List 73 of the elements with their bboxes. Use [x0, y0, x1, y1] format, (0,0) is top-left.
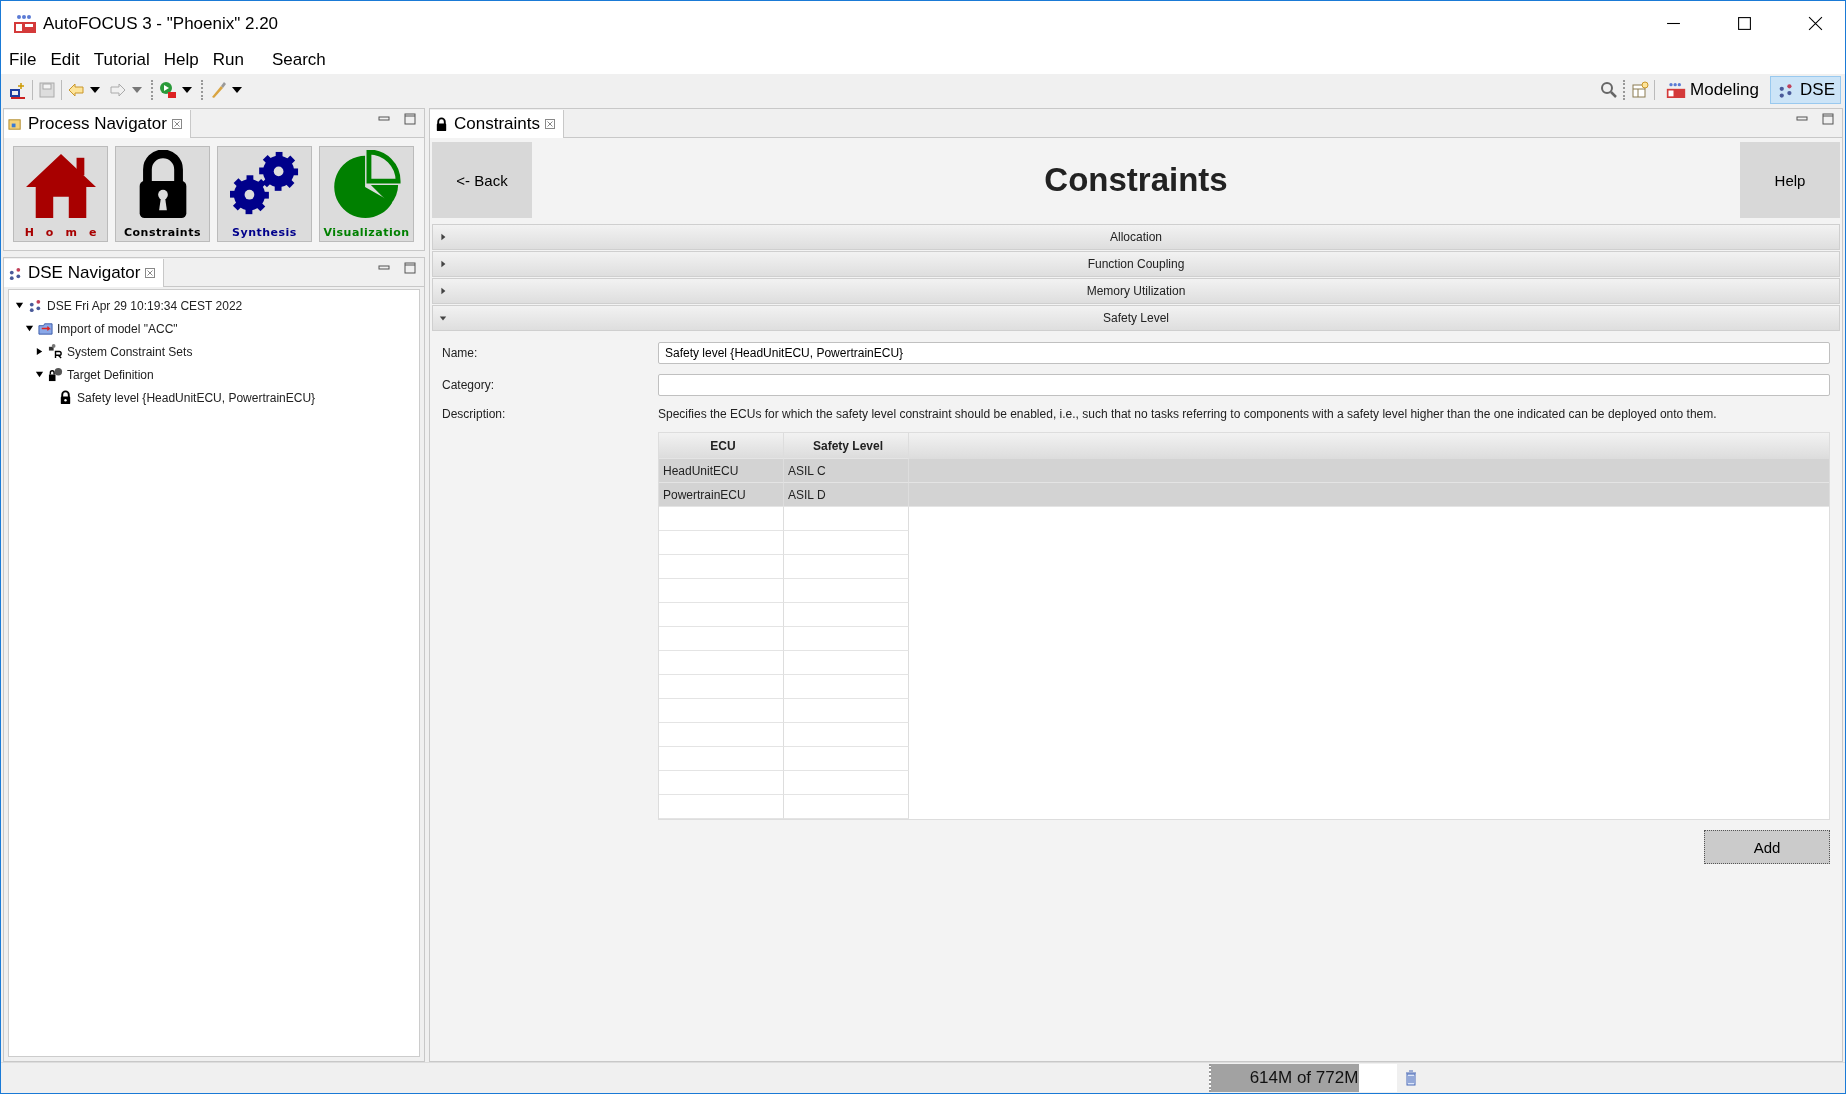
caret-icon[interactable] [232, 87, 242, 93]
editor-tab[interactable]: Constraints [430, 110, 564, 138]
search-icon[interactable] [1600, 81, 1619, 99]
menu-item[interactable]: Edit [50, 50, 80, 70]
caret-icon[interactable] [182, 87, 192, 93]
field-label: Description: [442, 407, 507, 421]
folder-icon [8, 116, 23, 132]
name-field[interactable]: Safety level {HeadUnitECU, PowertrainECU} [658, 342, 1830, 364]
new-model-icon[interactable] [9, 81, 27, 99]
process-step-button[interactable]: Constraints [115, 146, 210, 242]
dots-icon [28, 298, 43, 313]
run-icon[interactable] [159, 81, 177, 99]
forward-arrow-icon[interactable] [109, 81, 127, 99]
tree-item[interactable]: DSE Fri Apr 29 10:19:34 CEST 2022 [47, 298, 243, 313]
menu-item[interactable]: File [9, 50, 37, 70]
app-logo-icon [1666, 81, 1687, 99]
trash-icon[interactable] [1405, 1070, 1417, 1086]
tree-item[interactable]: Import of model "ACC" [57, 321, 178, 336]
expand-toggle-icon[interactable] [35, 347, 44, 356]
triangle-icon [439, 314, 447, 322]
table-cell: PowertrainECU [659, 483, 784, 507]
memory-text: 614M of 772M [1249, 1068, 1359, 1088]
page-title: Constraints [1043, 161, 1229, 199]
folder-icon [38, 321, 53, 336]
column-header[interactable]: Safety Level [784, 433, 909, 459]
tree-item[interactable]: Safety level {HeadUnitECU, PowertrainECU} [77, 390, 316, 405]
view-tab[interactable]: DSE Navigator [4, 259, 165, 287]
add-button[interactable]: Add [1704, 830, 1830, 864]
menu-item[interactable]: Run [212, 50, 244, 70]
menu-item[interactable]: Search [271, 50, 326, 70]
table-cell: HeadUnitECU [659, 459, 784, 483]
column-header[interactable]: ECU [659, 433, 784, 459]
app-logo-icon [13, 13, 37, 34]
menu-item[interactable]: Tutorial [93, 50, 150, 70]
tree-item[interactable]: Target Definition [67, 367, 154, 382]
process-step-button[interactable]: Visualization [319, 146, 414, 242]
lock-icon [58, 390, 73, 405]
back-arrow-icon[interactable] [67, 81, 85, 99]
process-step-button[interactable]: Synthesis [217, 146, 312, 242]
view-tab[interactable]: Process Navigator [4, 110, 191, 138]
expand-toggle-icon[interactable] [15, 301, 24, 310]
window-title: AutoFOCUS 3 - "Phoenix" 2.20 [43, 13, 279, 34]
process-step-button[interactable]: Home [13, 146, 108, 242]
close-icon[interactable] [1808, 16, 1823, 31]
table-cell: ASIL C [784, 459, 909, 483]
category-field[interactable] [658, 374, 1830, 396]
triangle-icon [439, 260, 447, 268]
open-perspective-icon[interactable] [1631, 81, 1650, 99]
brush-icon[interactable] [209, 81, 227, 99]
section-header[interactable]: Allocation [432, 224, 1840, 250]
menu-item[interactable]: Help [163, 50, 199, 70]
section-header[interactable]: Safety Level [432, 305, 1840, 331]
section-header[interactable]: Memory Utilization [432, 278, 1840, 304]
section-header[interactable]: Function Coupling [432, 251, 1840, 277]
perspective-button[interactable]: DSE [1770, 76, 1841, 104]
maximize-icon[interactable] [1737, 16, 1752, 31]
expand-toggle-icon[interactable] [25, 324, 34, 333]
caret-icon[interactable] [90, 87, 100, 93]
lock-icon [434, 116, 449, 132]
table-cell: ASIL D [784, 483, 909, 507]
back-button[interactable]: <- Back [432, 142, 532, 218]
tree-item[interactable]: System Constraint Sets [67, 344, 193, 359]
help-button[interactable]: Help [1740, 142, 1840, 218]
description-text: Specifies the ECUs for which the safety level constraint should be enabled, i.e., such that no tasks referring to components with a safety level higher than the one indicated can be deployed onto them. [658, 406, 1718, 422]
perspective-button[interactable]: Modeling [1660, 76, 1766, 104]
field-label: Category: [442, 378, 496, 392]
triangle-icon [439, 233, 447, 241]
lock-letter-icon [48, 344, 63, 359]
field-label: Name: [442, 346, 479, 360]
lock-ball-icon [48, 367, 63, 382]
expand-toggle-icon[interactable] [35, 370, 44, 379]
triangle-icon [439, 287, 447, 295]
dots-icon [8, 265, 23, 281]
